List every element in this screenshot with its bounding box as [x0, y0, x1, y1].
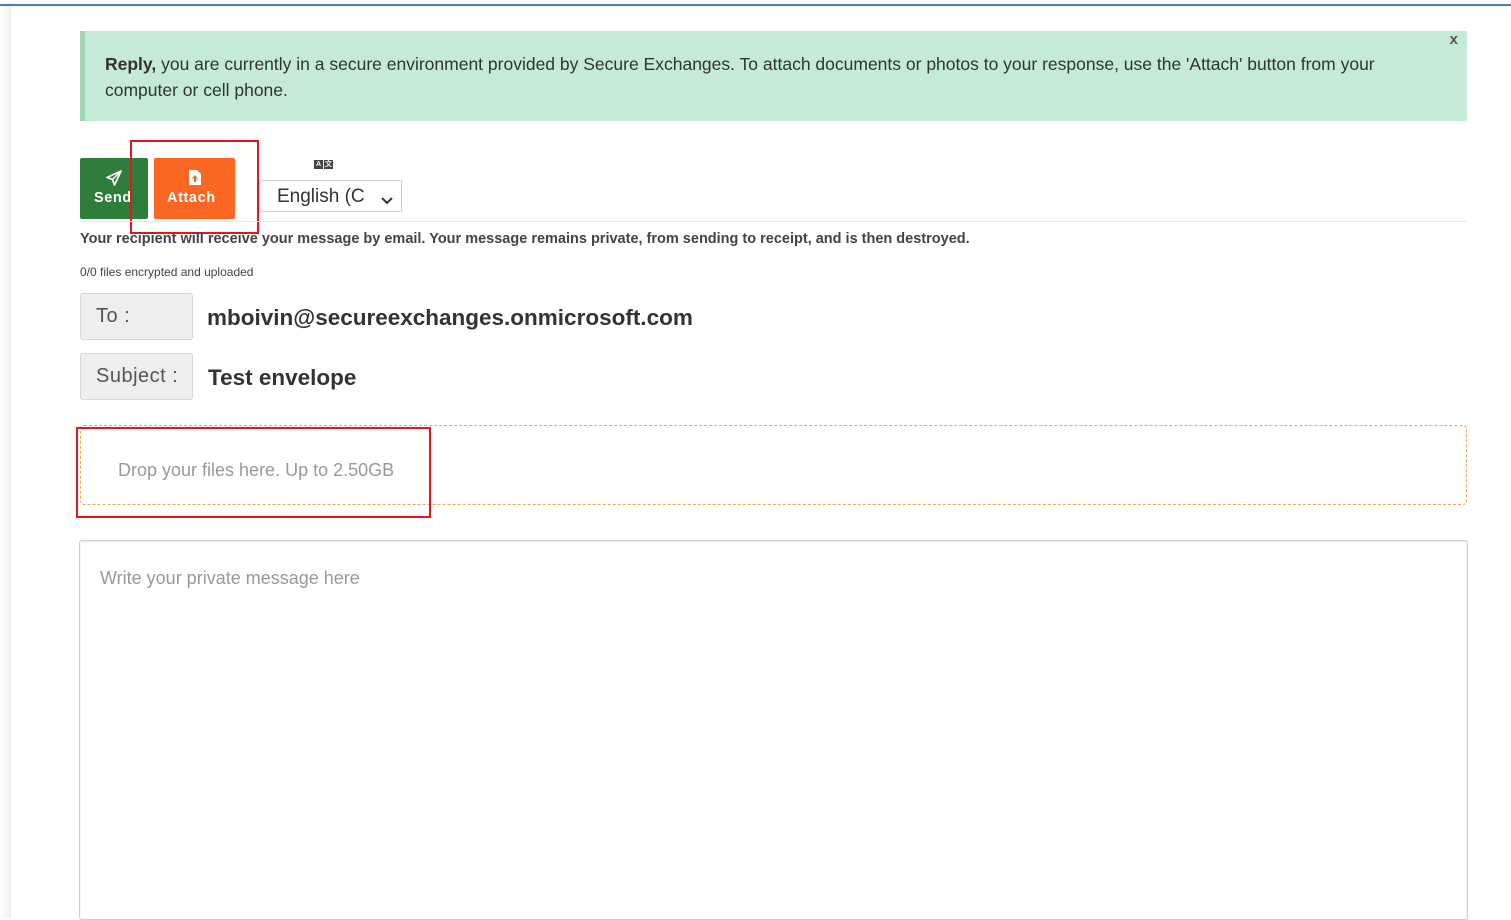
- alert-close-button[interactable]: x: [1450, 31, 1458, 48]
- chevron-down-icon: [381, 192, 393, 210]
- paper-plane-icon: [80, 170, 148, 188]
- alert-strong: Reply,: [105, 54, 157, 74]
- language-select-value: English (C: [277, 186, 365, 207]
- language-select[interactable]: English (C: [259, 180, 402, 212]
- translate-icon: A文: [314, 160, 333, 169]
- top-border: [0, 4, 1511, 6]
- subject-value: Test envelope: [208, 365, 357, 390]
- message-placeholder: Write your private message here: [100, 568, 360, 588]
- attach-button[interactable]: Attach: [154, 158, 235, 219]
- alert-message: Reply, you are currently in a secure env…: [105, 51, 1395, 103]
- attach-button-label: Attach: [167, 190, 216, 206]
- alert-body: you are currently in a secure environmen…: [105, 54, 1375, 100]
- send-button-label: Send: [94, 190, 132, 206]
- privacy-notice: Your recipient will receive your message…: [80, 231, 970, 247]
- subject-label: Subject :: [80, 353, 193, 400]
- file-upload-icon: [154, 170, 235, 188]
- send-button[interactable]: Send: [80, 158, 148, 219]
- toolbar-divider: [80, 221, 1467, 222]
- message-textarea[interactable]: [79, 540, 1468, 920]
- to-label: To :: [80, 293, 193, 340]
- to-value: mboivin@secureexchanges.onmicrosoft.com: [207, 305, 693, 330]
- files-status: 0/0 files encrypted and uploaded: [80, 265, 254, 279]
- dropzone-text: Drop your files here. Up to 2.50GB: [118, 460, 395, 480]
- info-alert: Reply, you are currently in a secure env…: [80, 31, 1467, 121]
- left-edge-shadow: [0, 6, 11, 918]
